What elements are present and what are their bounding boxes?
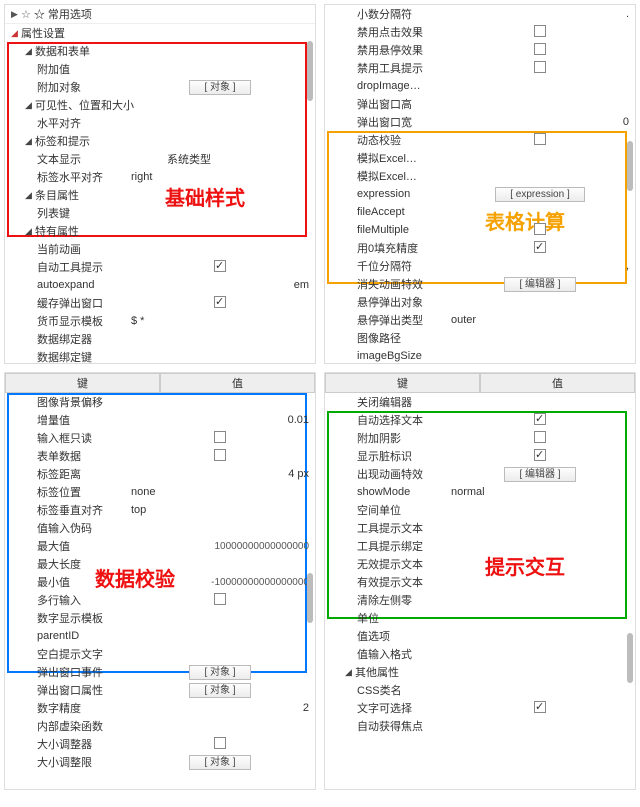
scrollbar-thumb[interactable]: [307, 573, 313, 623]
panel-bottom-right: 键 值 关闭编辑器 提示交互 自动选择文本 附加阴影 显示脏标识 出现动画特效[…: [324, 372, 636, 790]
prop-form-data[interactable]: 表单数据: [5, 447, 315, 465]
column-key: 键: [5, 373, 160, 393]
prop-css-class[interactable]: CSS类名: [325, 681, 635, 699]
prop-value-input-mask[interactable]: 值输入伪码: [5, 519, 315, 537]
prop-append-object[interactable]: 附加对象[ 对象 ]: [5, 78, 315, 96]
checkbox-cache-popup[interactable]: [214, 296, 226, 308]
header-property-settings[interactable]: ◢属性设置: [5, 23, 315, 42]
prop-text-selectable[interactable]: 文字可选择: [325, 699, 635, 717]
prop-emulate-excel2[interactable]: 模拟Excel…: [325, 167, 635, 185]
prop-trim-left-zero[interactable]: 清除左侧零: [325, 591, 635, 609]
header-common-options[interactable]: ▶☆☆ 常用选项: [5, 5, 315, 23]
prop-disable-hover-fx[interactable]: 禁用悬停效果: [325, 41, 635, 59]
prop-popup-width[interactable]: 弹出窗口宽0: [325, 113, 635, 131]
prop-list-key[interactable]: 列表键: [5, 204, 315, 222]
prop-hover-popup-obj[interactable]: 悬停弹出对象: [325, 293, 635, 311]
prop-valid-tip[interactable]: 有效提示文本: [325, 573, 635, 591]
prop-image-path[interactable]: 图像路径: [325, 329, 635, 347]
prop-tooltip-text[interactable]: 工具提示文本: [325, 519, 635, 537]
prop-thousand-sep[interactable]: 千位分隔符,: [325, 257, 635, 275]
object-button[interactable]: [ 对象 ]: [189, 80, 250, 95]
prop-current-anim[interactable]: 当前动画: [5, 240, 315, 258]
prop-popup-events[interactable]: 弹出窗口事件[ 对象 ]: [5, 663, 315, 681]
prop-max-value[interactable]: 最大值10000000000000000: [5, 537, 315, 555]
panel-top-left: ▶☆☆ 常用选项 ◢属性设置 基础样式 ◢数据和表单 附加值 附加对象[ 对象 …: [4, 4, 316, 364]
prop-input-readonly[interactable]: 输入框只读: [5, 429, 315, 447]
scrollbar-thumb[interactable]: [627, 141, 633, 191]
expression-button[interactable]: [ expression ]: [495, 187, 584, 202]
prop-invalid-tip[interactable]: 无效提示文本: [325, 555, 635, 573]
prop-append-shadow[interactable]: 附加阴影: [325, 429, 635, 447]
prop-multiline[interactable]: 多行输入: [5, 591, 315, 609]
prop-popup-props[interactable]: 弹出窗口属性[ 对象 ]: [5, 681, 315, 699]
column-value: 值: [160, 373, 315, 393]
prop-dropimage[interactable]: dropImage…: [325, 77, 635, 95]
panel-top-right: 小数分隔符. 禁用点击效果 禁用悬停效果 禁用工具提示 dropImage… 弹…: [324, 4, 636, 364]
prop-value-options[interactable]: 值选项: [325, 627, 635, 645]
prop-databinder[interactable]: 数据绑定器: [5, 330, 315, 348]
prop-max-length[interactable]: 最大长度: [5, 555, 315, 573]
prop-showmode[interactable]: showModenormal: [325, 483, 635, 501]
prop-decimal-sep[interactable]: 小数分隔符.: [325, 5, 635, 23]
pre-items: 小数分隔符. 禁用点击效果 禁用悬停效果 禁用工具提示 dropImage… 弹…: [325, 5, 635, 131]
prop-number-precision[interactable]: 数字精度2: [5, 699, 315, 717]
prop-cache-popup[interactable]: 缓存弹出窗口: [5, 294, 315, 312]
prop-databindkey[interactable]: 数据绑定键: [5, 348, 315, 364]
prop-label-distance[interactable]: 标签距离4 px: [5, 465, 315, 483]
prop-resizer[interactable]: 大小调整器: [5, 735, 315, 753]
prop-dynamic-validate[interactable]: 动态校验: [325, 131, 635, 149]
prop-min-value[interactable]: 最小值-10000000000000000: [5, 573, 315, 591]
prop-auto-select-text[interactable]: 自动选择文本: [325, 411, 635, 429]
prop-disappear-anim[interactable]: 消失动画特效[ 编辑器 ]: [325, 275, 635, 293]
prop-label-position[interactable]: 标签位置none: [5, 483, 315, 501]
prop-close-editor[interactable]: 关闭编辑器: [325, 393, 635, 411]
prop-space-unit[interactable]: 空间单位: [325, 501, 635, 519]
prop-auto-tooltip[interactable]: 自动工具提示: [5, 258, 315, 276]
prop-fileaccept[interactable]: fileAccept: [325, 203, 635, 221]
prop-expression[interactable]: expression[ expression ]: [325, 185, 635, 203]
column-key: 键: [325, 373, 480, 393]
prop-append-value[interactable]: 附加值: [5, 60, 315, 78]
prop-hover-popup-type[interactable]: 悬停弹出类型outer: [325, 311, 635, 329]
prop-filemultiple[interactable]: fileMultiple: [325, 221, 635, 239]
prop-unit[interactable]: 单位: [325, 609, 635, 627]
group-item-props[interactable]: ◢条目属性: [5, 186, 315, 204]
prop-popup-height[interactable]: 弹出窗口高: [325, 95, 635, 113]
panel-bottom-left: 键 值 数据校验 图像背景偏移 增量值0.01 输入框只读 表单数据 标签距离4…: [4, 372, 316, 790]
prop-tooltip-bind[interactable]: 工具提示绑定: [325, 537, 635, 555]
prop-autoexpand[interactable]: autoexpandem: [5, 276, 315, 294]
prop-imagebgsize[interactable]: imageBgSize: [325, 347, 635, 364]
prop-emulate-excel1[interactable]: 模拟Excel…: [325, 149, 635, 167]
prop-label-valign[interactable]: 标签垂直对齐top: [5, 501, 315, 519]
group-other-props[interactable]: ◢其他属性: [325, 663, 635, 681]
prop-text-display[interactable]: 文本显示系统类型: [5, 150, 315, 168]
prop-value-input-format[interactable]: 值输入格式: [325, 645, 635, 663]
prop-label-halign[interactable]: 标签水平对齐right: [5, 168, 315, 186]
prop-disable-click-fx[interactable]: 禁用点击效果: [325, 23, 635, 41]
prop-increment[interactable]: 增量值0.01: [5, 411, 315, 429]
scrollbar-thumb[interactable]: [627, 633, 633, 683]
prop-horizontal-align[interactable]: 水平对齐: [5, 114, 315, 132]
prop-currency-tpl[interactable]: 货币显示模板$ *: [5, 312, 315, 330]
prop-number-display-tpl[interactable]: 数字显示模板: [5, 609, 315, 627]
prop-image-bg-offset[interactable]: 图像背景偏移: [5, 393, 315, 411]
checkbox-auto-tooltip[interactable]: [214, 260, 226, 272]
prop-inner-render-fn[interactable]: 内部虚染函数: [5, 717, 315, 735]
prop-disable-tooltip[interactable]: 禁用工具提示: [325, 59, 635, 77]
group-special-props[interactable]: ◢特有属性: [5, 222, 315, 240]
column-value: 值: [480, 373, 635, 393]
prop-auto-focus[interactable]: 自动获得焦点: [325, 717, 635, 735]
group-data-form[interactable]: ◢数据和表单: [5, 42, 315, 60]
prop-resize-limit[interactable]: 大小调整限[ 对象 ]: [5, 753, 315, 771]
prop-zero-pad[interactable]: 用0填充精度: [325, 239, 635, 257]
group-label-tip[interactable]: ◢标签和提示: [5, 132, 315, 150]
prop-appear-anim-fx[interactable]: 出现动画特效[ 编辑器 ]: [325, 465, 635, 483]
group-visibility[interactable]: ◢可见性、位置和大小: [5, 96, 315, 114]
scrollbar-thumb[interactable]: [307, 41, 313, 101]
prop-placeholder-text[interactable]: 空白提示文字: [5, 645, 315, 663]
prop-show-dirty[interactable]: 显示脏标识: [325, 447, 635, 465]
editor-button[interactable]: [ 编辑器 ]: [504, 277, 575, 292]
prop-parentid[interactable]: parentID: [5, 627, 315, 645]
